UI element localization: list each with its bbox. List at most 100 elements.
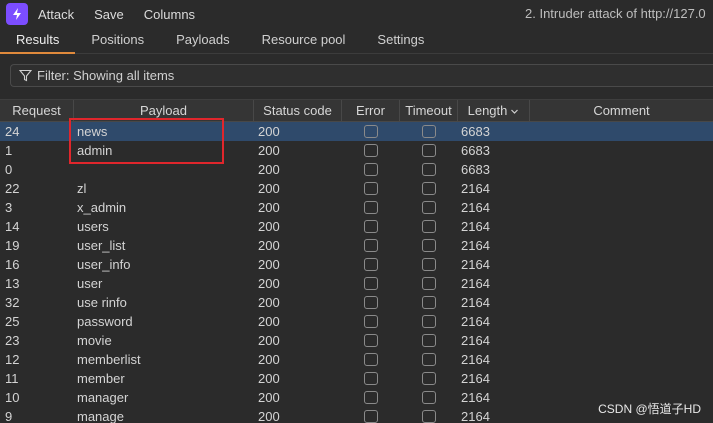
cell-request: 0 — [5, 162, 13, 177]
menu-attack[interactable]: Attack — [38, 7, 74, 22]
error-checkbox[interactable] — [364, 334, 378, 347]
timeout-checkbox[interactable] — [422, 258, 436, 271]
cell-payload: movie — [77, 333, 112, 348]
column-header-payload[interactable]: Payload — [74, 100, 254, 122]
timeout-checkbox[interactable] — [422, 220, 436, 233]
tab-results[interactable]: Results — [0, 28, 76, 54]
cell-request: 3 — [5, 200, 13, 215]
error-checkbox[interactable] — [364, 372, 378, 385]
cell-length: 2164 — [461, 238, 490, 253]
tab-settings[interactable]: Settings — [361, 28, 440, 54]
cell-status-code: 200 — [258, 352, 280, 367]
timeout-checkbox[interactable] — [422, 144, 436, 157]
cell-request: 12 — [5, 352, 20, 367]
error-checkbox[interactable] — [364, 315, 378, 328]
table-row[interactable]: 12 memberlist 200 2164 — [0, 350, 713, 369]
cell-length: 2164 — [461, 200, 490, 215]
timeout-checkbox[interactable] — [422, 353, 436, 366]
timeout-checkbox[interactable] — [422, 296, 436, 309]
table-row[interactable]: 24 news 200 6683 — [0, 122, 713, 141]
table-row[interactable]: 32 use rinfo 200 2164 — [0, 293, 713, 312]
timeout-checkbox[interactable] — [422, 410, 436, 423]
timeout-checkbox[interactable] — [422, 182, 436, 195]
error-checkbox[interactable] — [364, 201, 378, 214]
filter-bar[interactable]: Filter: Showing all items — [10, 64, 713, 87]
timeout-checkbox[interactable] — [422, 125, 436, 138]
cell-payload: admin — [77, 143, 113, 158]
timeout-checkbox[interactable] — [422, 372, 436, 385]
timeout-checkbox[interactable] — [422, 334, 436, 347]
tab-positions[interactable]: Positions — [75, 28, 160, 54]
cell-payload: user — [77, 276, 103, 291]
menu-save[interactable]: Save — [94, 7, 124, 22]
cell-status-code: 200 — [258, 143, 280, 158]
menu-columns[interactable]: Columns — [144, 7, 195, 22]
cell-payload — [77, 160, 247, 179]
cell-request: 1 — [5, 143, 13, 158]
cell-payload: zl — [77, 181, 87, 196]
error-checkbox[interactable] — [364, 277, 378, 290]
error-checkbox[interactable] — [364, 239, 378, 252]
table-row[interactable]: 13 user 200 2164 — [0, 274, 713, 293]
cell-length: 2164 — [461, 333, 490, 348]
error-checkbox[interactable] — [364, 410, 378, 423]
results-table: Request Payload Status code Error Timeou… — [0, 99, 713, 423]
window-title: 2. Intruder attack of http://127.0 — [525, 6, 706, 21]
cell-request: 9 — [5, 409, 13, 423]
cell-length: 2164 — [461, 257, 490, 272]
error-checkbox[interactable] — [364, 125, 378, 138]
timeout-checkbox[interactable] — [422, 315, 436, 328]
cell-length: 2164 — [461, 390, 490, 405]
tab-bar: Results Positions Payloads Resource pool… — [0, 28, 713, 54]
timeout-checkbox[interactable] — [422, 163, 436, 176]
table-row[interactable]: 23 movie 200 2164 — [0, 331, 713, 350]
cell-length: 6683 — [461, 143, 490, 158]
timeout-checkbox[interactable] — [422, 201, 436, 214]
cell-payload: use rinfo — [77, 295, 127, 310]
table-row[interactable]: 22 zl 200 2164 — [0, 179, 713, 198]
tab-resource-pool[interactable]: Resource pool — [246, 28, 362, 54]
cell-length: 2164 — [461, 276, 490, 291]
cell-payload: manager — [77, 390, 129, 405]
error-checkbox[interactable] — [364, 220, 378, 233]
table-row[interactable]: 19 user_list 200 2164 — [0, 236, 713, 255]
cell-status-code: 200 — [258, 314, 280, 329]
cell-length: 6683 — [461, 124, 490, 139]
timeout-checkbox[interactable] — [422, 391, 436, 404]
error-checkbox[interactable] — [364, 353, 378, 366]
column-header-comment[interactable]: Comment — [530, 100, 713, 122]
column-header-request[interactable]: Request — [0, 100, 74, 122]
error-checkbox[interactable] — [364, 296, 378, 309]
error-checkbox[interactable] — [364, 163, 378, 176]
table-row[interactable]: 25 password 200 2164 — [0, 312, 713, 331]
tab-payloads[interactable]: Payloads — [160, 28, 245, 54]
cell-request: 16 — [5, 257, 20, 272]
error-checkbox[interactable] — [364, 182, 378, 195]
cell-length: 2164 — [461, 314, 490, 329]
watermark: CSDN @悟道子HD — [598, 402, 701, 416]
column-header-length[interactable]: Length — [458, 100, 530, 122]
column-header-status-code[interactable]: Status code — [254, 100, 342, 122]
column-header-timeout[interactable]: Timeout — [400, 100, 458, 122]
table-row[interactable]: 0 200 6683 — [0, 160, 713, 179]
table-row[interactable]: 14 users 200 2164 — [0, 217, 713, 236]
column-header-error[interactable]: Error — [342, 100, 400, 122]
cell-request: 22 — [5, 181, 20, 196]
cell-length: 2164 — [461, 352, 490, 367]
filter-icon — [19, 69, 32, 82]
error-checkbox[interactable] — [364, 391, 378, 404]
cell-payload: manage — [77, 409, 124, 423]
table-row[interactable]: 1 admin 200 6683 — [0, 141, 713, 160]
cell-status-code: 200 — [258, 295, 280, 310]
timeout-checkbox[interactable] — [422, 277, 436, 290]
cell-request: 32 — [5, 295, 20, 310]
timeout-checkbox[interactable] — [422, 239, 436, 252]
table-row[interactable]: 16 user_info 200 2164 — [0, 255, 713, 274]
table-row[interactable]: 3 x_admin 200 2164 — [0, 198, 713, 217]
error-checkbox[interactable] — [364, 258, 378, 271]
cell-request: 25 — [5, 314, 20, 329]
cell-payload: x_admin — [77, 200, 127, 215]
error-checkbox[interactable] — [364, 144, 378, 157]
cell-status-code: 200 — [258, 200, 280, 215]
table-row[interactable]: 11 member 200 2164 — [0, 369, 713, 388]
